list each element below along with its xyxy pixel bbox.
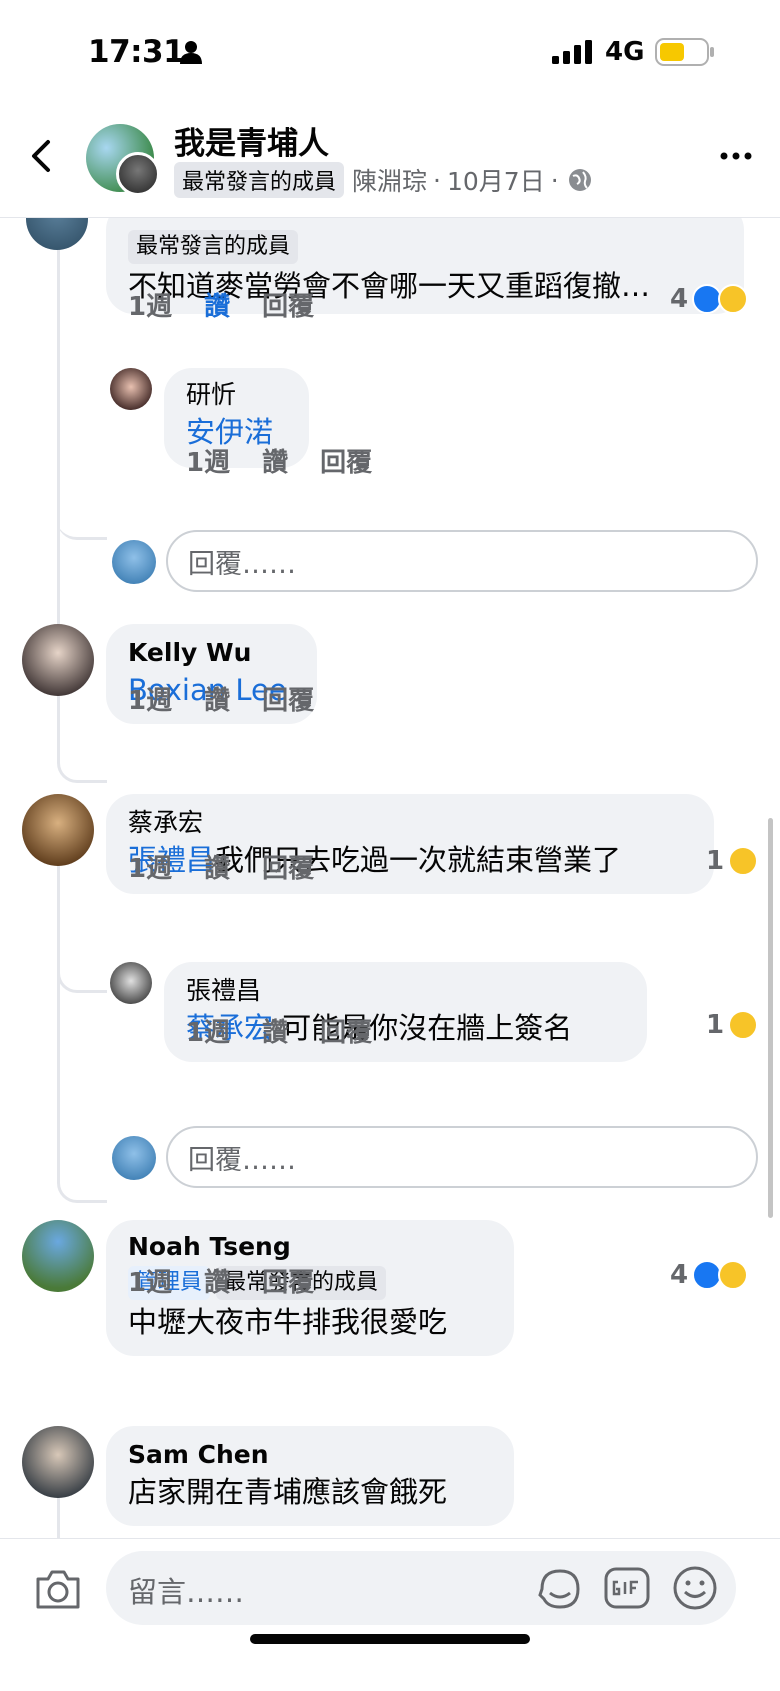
thread-line — [57, 218, 60, 540]
comment-actions: 1週 讚 回覆 — [128, 286, 314, 323]
post-author[interactable]: 陳淵琮 — [352, 162, 427, 198]
reply-input[interactable]: 回覆…… — [166, 1126, 758, 1188]
gif-icon[interactable] — [604, 1567, 650, 1609]
my-avatar — [112, 540, 156, 584]
globe-icon — [568, 169, 591, 191]
haha-icon — [718, 284, 749, 314]
comment-input[interactable]: 留言…… — [106, 1551, 736, 1625]
comment-author[interactable]: 張禮昌 — [186, 974, 625, 1008]
comment-text: 中壢大夜市牛排我很愛吃 — [128, 1305, 448, 1339]
back-arrow-icon[interactable] — [26, 136, 56, 176]
avatar[interactable] — [110, 368, 152, 410]
reaction-summary[interactable]: 4 — [670, 1260, 749, 1290]
comment-time[interactable]: 1週 — [186, 442, 230, 479]
reaction-summary[interactable]: 4 — [670, 284, 749, 314]
reply-button[interactable]: 回覆 — [320, 442, 372, 479]
comment-bubble: Sam Chen 店家開在青埔應該會餓死 — [106, 1426, 514, 1526]
home-indicator — [250, 1634, 530, 1644]
comment-time[interactable]: 1週 — [186, 1012, 230, 1049]
comment-time[interactable]: 1週 — [128, 848, 172, 885]
comment-actions: 1週 讚 回覆 — [186, 442, 372, 479]
like-button[interactable]: 讚 — [204, 286, 230, 323]
comment-author[interactable]: 研忻 — [186, 378, 287, 412]
reaction-summary[interactable]: 1 — [706, 1010, 759, 1040]
reaction-count: 1 — [706, 846, 725, 876]
group-name[interactable]: 我是青埔人 — [174, 118, 329, 163]
post-meta: 最常發言的成員 陳淵琮 · 10月7日 · — [174, 162, 593, 198]
avatar[interactable] — [110, 962, 152, 1004]
comment-actions: 1週 讚 回覆 — [128, 1262, 314, 1299]
cellular-signal-icon — [552, 40, 592, 64]
haha-icon — [728, 1010, 759, 1040]
member-badge: 最常發言的成員 — [174, 162, 345, 198]
avatar[interactable] — [22, 794, 94, 866]
avatar[interactable] — [22, 1220, 94, 1292]
comment-author[interactable]: 蔡承宏 — [128, 806, 692, 840]
haha-icon — [728, 846, 759, 876]
reply-button[interactable]: 回覆 — [262, 1262, 314, 1299]
comment-author[interactable]: Sam Chen — [128, 1438, 492, 1472]
reply-placeholder: 回覆…… — [188, 548, 296, 580]
reply-button[interactable]: 回覆 — [262, 848, 314, 885]
comment-time[interactable]: 1週 — [128, 1262, 172, 1299]
avatar[interactable] — [22, 624, 94, 696]
network-type: 4G — [605, 37, 645, 67]
like-button[interactable]: 讚 — [262, 1012, 288, 1049]
scrollbar[interactable] — [768, 818, 773, 1218]
camera-icon[interactable] — [34, 1567, 82, 1611]
comment-actions: 1週 讚 回覆 — [128, 680, 314, 717]
reaction-count: 4 — [670, 1260, 689, 1290]
battery-icon — [655, 38, 714, 66]
comments-feed[interactable]: 最常發言的成員 不知道麥當勞會不會哪一天又重蹈復撤… 1週 讚 回覆 4 研忻 … — [0, 218, 780, 1538]
my-avatar — [112, 1136, 156, 1180]
member-badge: 最常發言的成員 — [128, 230, 299, 264]
like-button[interactable]: 讚 — [204, 1262, 230, 1299]
like-button[interactable]: 讚 — [204, 848, 230, 885]
meta-separator: · — [550, 165, 559, 195]
comment-actions: 1週 讚 回覆 — [186, 1012, 372, 1049]
reply-button[interactable]: 回覆 — [320, 1012, 372, 1049]
meta-separator: · — [433, 165, 441, 195]
comment-actions: 1週 讚 回覆 — [128, 848, 314, 885]
comment-time[interactable]: 1週 — [128, 286, 172, 323]
like-button[interactable]: 讚 — [262, 442, 288, 479]
sad-icon — [718, 1260, 749, 1290]
status-bar: 17:31 4G — [0, 0, 780, 100]
avatar[interactable] — [26, 218, 88, 250]
sticker-icon[interactable] — [536, 1565, 584, 1613]
post-date[interactable]: 10月7日 — [447, 162, 545, 198]
reaction-count: 1 — [706, 1010, 725, 1040]
reply-placeholder: 回覆…… — [188, 1144, 296, 1176]
thread-connector — [57, 863, 107, 993]
comment-placeholder: 留言…… — [128, 1575, 245, 1609]
person-icon — [180, 41, 202, 64]
reaction-summary[interactable]: 1 — [706, 846, 759, 876]
comment-author[interactable]: Kelly Wu — [128, 636, 295, 670]
like-button[interactable]: 讚 — [204, 680, 230, 717]
status-time: 17:31 — [88, 34, 185, 70]
author-avatar[interactable] — [116, 152, 160, 196]
comment-composer: 留言…… — [0, 1538, 780, 1691]
comment-time[interactable]: 1週 — [128, 680, 172, 717]
emoji-icon[interactable] — [672, 1565, 718, 1611]
reply-button[interactable]: 回覆 — [262, 286, 314, 323]
more-options-icon[interactable] — [720, 150, 752, 162]
reply-input[interactable]: 回覆…… — [166, 530, 758, 592]
comment-text: 店家開在青埔應該會餓死 — [128, 1475, 448, 1509]
reaction-count: 4 — [670, 284, 689, 314]
post-header: 我是青埔人 最常發言的成員 陳淵琮 · 10月7日 · — [0, 100, 780, 218]
comment-author[interactable]: Noah Tseng — [128, 1230, 492, 1264]
avatar[interactable] — [22, 1426, 94, 1498]
reply-button[interactable]: 回覆 — [262, 680, 314, 717]
